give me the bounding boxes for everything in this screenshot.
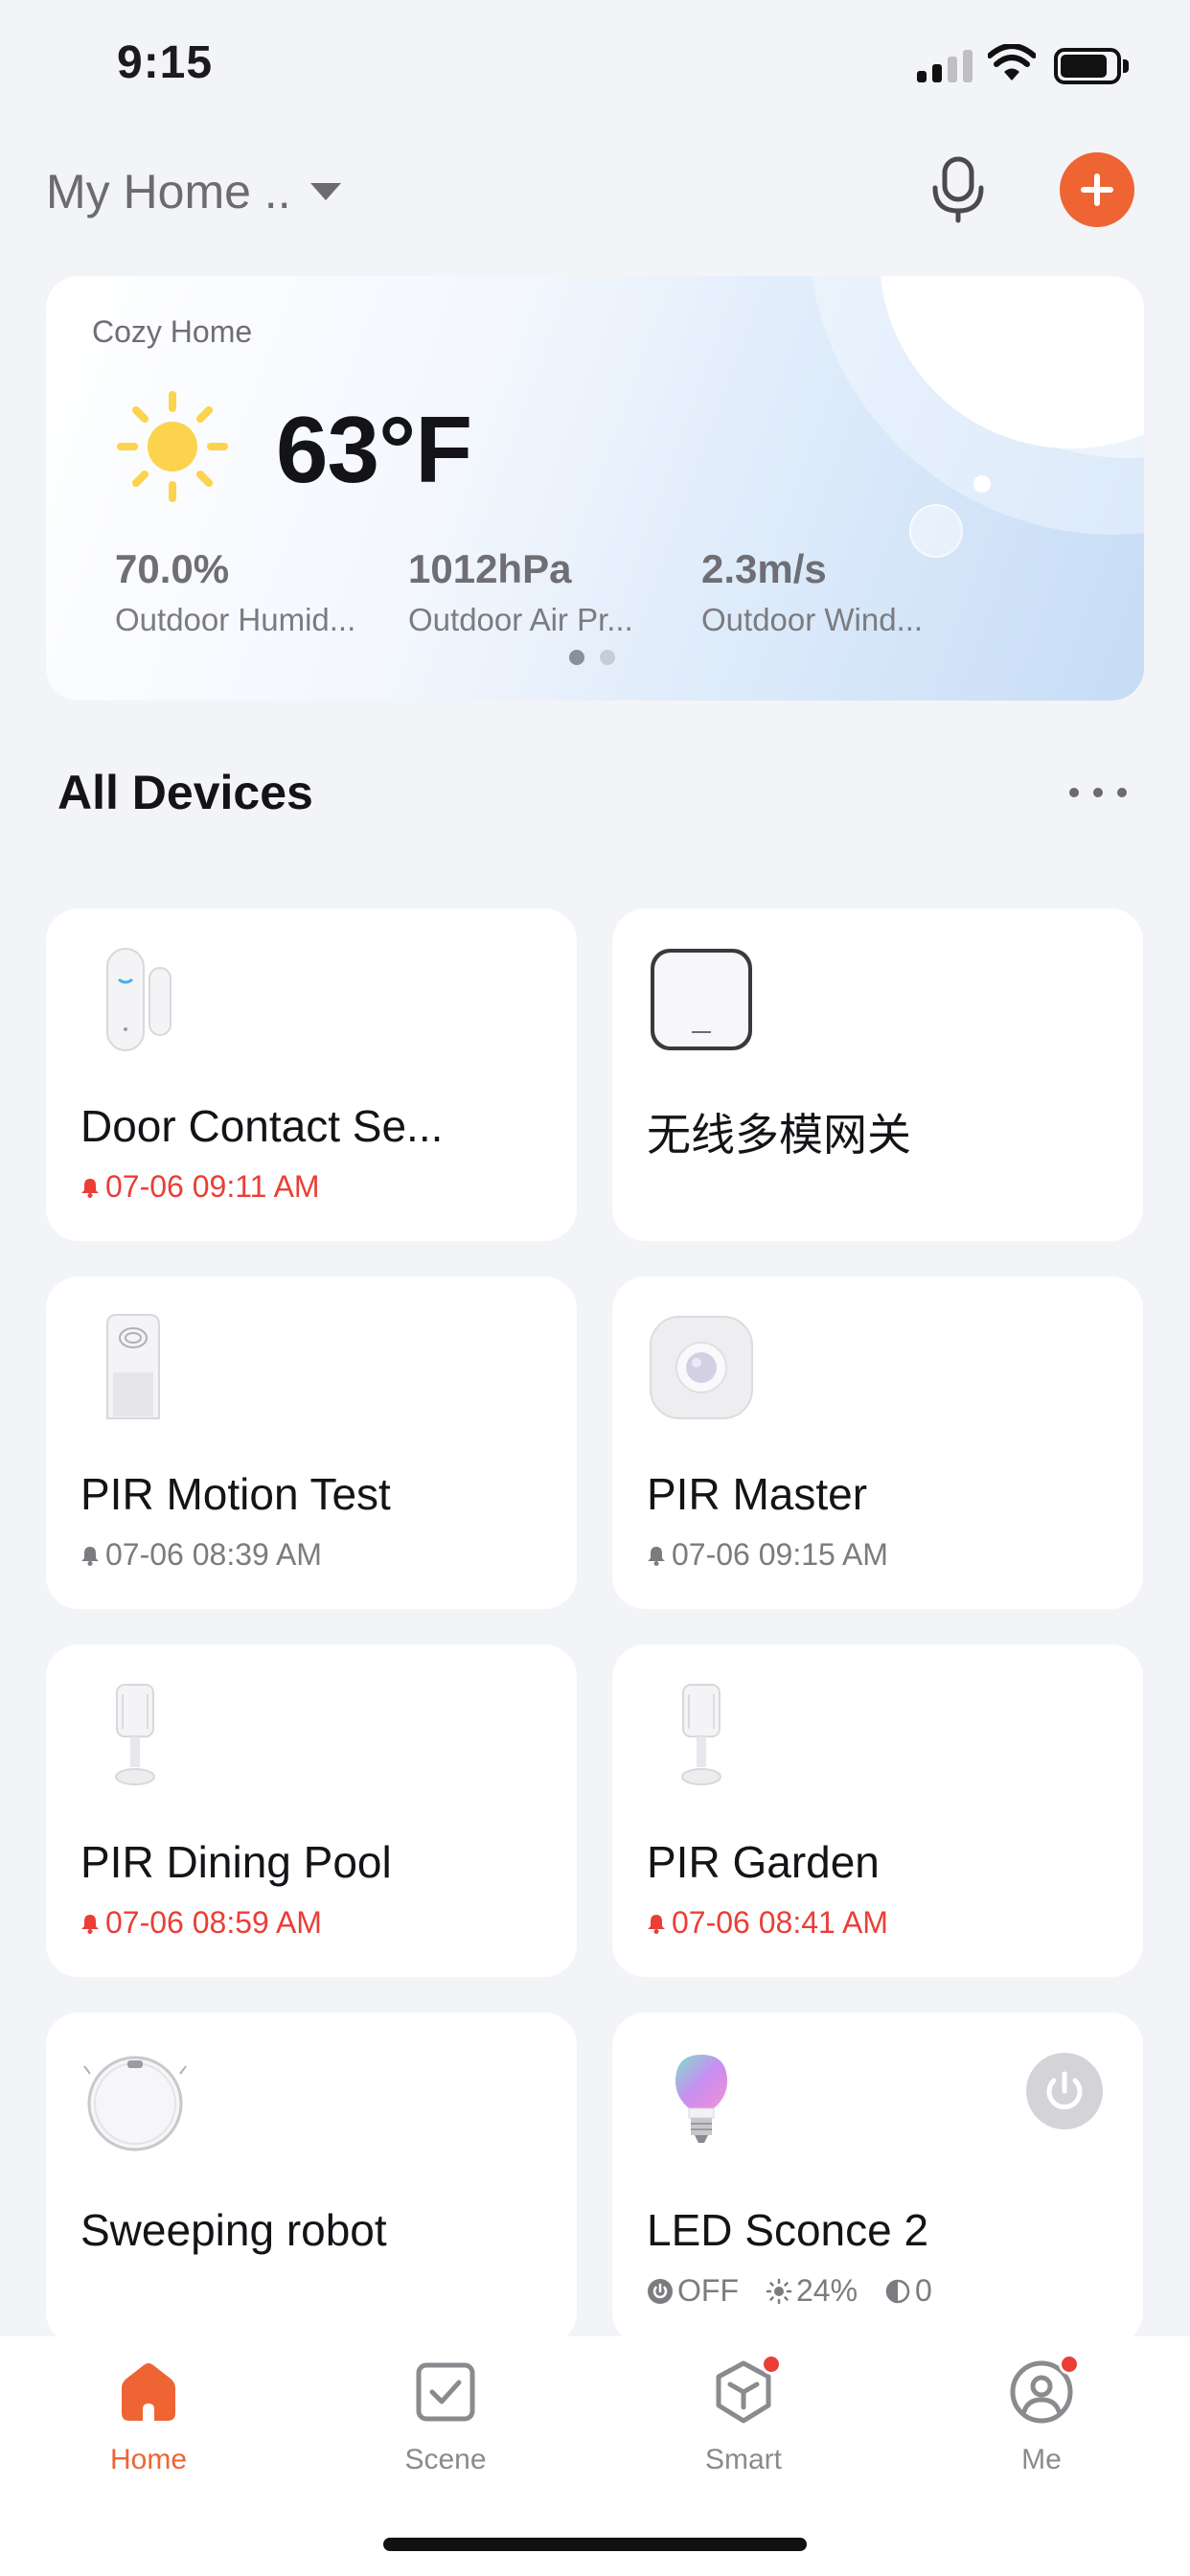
light-status-row: OFF 24% 0 bbox=[647, 2273, 932, 2309]
pir-stand-sensor-icon bbox=[681, 1684, 721, 1785]
stat-value: 1012hPa bbox=[408, 546, 572, 591]
bell-alert-icon bbox=[81, 1914, 99, 1934]
device-card[interactable]: PIR Master 07-06 09:15 AM bbox=[612, 1276, 1143, 1609]
more-options-button[interactable] bbox=[1069, 778, 1127, 807]
device-card[interactable]: PIR Garden 07-06 08:41 AM bbox=[612, 1644, 1143, 1977]
tab-label: Smart bbox=[704, 2444, 782, 2475]
device-card[interactable]: Door Contact Se... 07-06 09:11 AM bbox=[46, 908, 577, 1241]
device-name: Sweeping robot bbox=[80, 2205, 387, 2255]
power-state-icon bbox=[648, 2278, 673, 2304]
device-status-time: 07-06 09:15 AM bbox=[672, 1537, 888, 1572]
bell-icon bbox=[81, 1546, 99, 1566]
door-contact-sensor-icon bbox=[106, 948, 172, 1051]
device-name: 无线多模网关 bbox=[647, 1110, 911, 1160]
notification-badge bbox=[761, 2354, 782, 2375]
tab-label: Scene bbox=[404, 2444, 487, 2475]
humidity-stat: 70.0% Outdoor Humid... bbox=[115, 546, 383, 638]
wind-stat: 2.3m/s Outdoor Wind... bbox=[701, 546, 970, 638]
weather-card[interactable]: Cozy Home 63°F 70.0% Outdoor Humid... 10… bbox=[46, 276, 1144, 701]
device-status-time: 07-06 08:41 AM bbox=[672, 1905, 888, 1940]
bell-icon bbox=[648, 1546, 665, 1566]
tab-label: Me bbox=[1021, 2444, 1062, 2475]
power-state-value: OFF bbox=[677, 2273, 739, 2308]
page-indicator bbox=[569, 650, 615, 665]
tab-scene[interactable]: Scene bbox=[359, 2358, 532, 2492]
more-dot-icon bbox=[1069, 788, 1079, 797]
stat-value: 70.0% bbox=[115, 546, 230, 591]
sun-icon bbox=[117, 391, 228, 502]
device-status: 07-06 08:59 AM bbox=[80, 1905, 322, 1941]
weather-location: Cozy Home bbox=[92, 314, 253, 349]
section-title: All Devices bbox=[57, 766, 313, 819]
temperature: 63°F bbox=[276, 397, 472, 502]
microphone-icon[interactable] bbox=[927, 155, 989, 224]
add-device-button[interactable] bbox=[1060, 152, 1134, 227]
cellular-signal-icon bbox=[917, 50, 973, 82]
stat-label: Outdoor Humid... bbox=[115, 602, 356, 637]
tab-me[interactable]: Me bbox=[955, 2354, 1128, 2492]
power-icon bbox=[1046, 2071, 1083, 2110]
color-temperature-icon bbox=[885, 2279, 910, 2303]
pir-round-sensor-icon bbox=[650, 1316, 753, 1419]
tab-smart[interactable]: Smart bbox=[657, 2354, 830, 2492]
page-dot-active bbox=[569, 650, 584, 665]
tab-home[interactable]: Home bbox=[62, 2358, 235, 2492]
light-bulb-icon bbox=[675, 2055, 727, 2143]
status-time: 9:15 bbox=[117, 37, 214, 88]
brightness: 24% bbox=[766, 2273, 858, 2309]
device-name: PIR Garden bbox=[647, 1837, 880, 1887]
more-dot-icon bbox=[1093, 788, 1103, 797]
device-status: 07-06 09:15 AM bbox=[647, 1537, 888, 1573]
color-temperature: 0 bbox=[884, 2273, 932, 2309]
status-bar: 9:15 bbox=[0, 0, 1190, 130]
device-card[interactable]: PIR Motion Test 07-06 08:39 AM bbox=[46, 1276, 577, 1609]
caret-down-icon bbox=[309, 183, 341, 200]
gateway-icon bbox=[651, 949, 752, 1050]
page-dot bbox=[600, 650, 615, 665]
battery-icon bbox=[1054, 48, 1129, 84]
stat-label: Outdoor Air Pr... bbox=[408, 602, 633, 637]
device-status: 07-06 08:41 AM bbox=[647, 1905, 888, 1941]
power-button[interactable] bbox=[1026, 2053, 1103, 2129]
device-name: PIR Motion Test bbox=[80, 1469, 391, 1519]
tab-label: Home bbox=[109, 2444, 188, 2475]
device-status: 07-06 08:39 AM bbox=[80, 1537, 322, 1573]
device-status: 07-06 09:11 AM bbox=[80, 1169, 320, 1205]
notification-badge bbox=[1059, 2354, 1080, 2375]
device-card[interactable]: PIR Dining Pool 07-06 08:59 AM bbox=[46, 1644, 577, 1977]
robot-vacuum-icon bbox=[83, 2056, 187, 2151]
home-icon bbox=[114, 2358, 183, 2426]
weather-decoration bbox=[973, 475, 991, 493]
device-name: PIR Master bbox=[647, 1469, 868, 1519]
profile-icon bbox=[1007, 2354, 1080, 2426]
device-status-time: 07-06 09:11 AM bbox=[105, 1169, 320, 1204]
wifi-icon bbox=[988, 44, 1036, 80]
bell-alert-icon bbox=[648, 1914, 665, 1934]
device-card[interactable]: LED Sconce 2 OFF 24% 0 bbox=[612, 2012, 1143, 2345]
power-state: OFF bbox=[647, 2273, 739, 2309]
air-pressure-stat: 1012hPa Outdoor Air Pr... bbox=[408, 546, 676, 638]
pir-stand-sensor-icon bbox=[115, 1684, 155, 1785]
home-selector[interactable]: My Home .. bbox=[46, 161, 341, 222]
bell-alert-icon bbox=[81, 1178, 99, 1198]
home-name: My Home .. bbox=[46, 165, 291, 218]
app-screen: 9:15 My Home .. Cozy Home 63°F 70.0% Out… bbox=[0, 0, 1190, 2576]
pir-sensor-icon bbox=[106, 1314, 160, 1419]
brightness-value: 24% bbox=[795, 2273, 858, 2308]
stat-label: Outdoor Wind... bbox=[701, 602, 924, 637]
home-indicator bbox=[383, 2538, 807, 2551]
color-temperature-value: 0 bbox=[915, 2273, 932, 2308]
more-dot-icon bbox=[1117, 788, 1127, 797]
device-status-time: 07-06 08:59 AM bbox=[105, 1905, 322, 1940]
device-name: PIR Dining Pool bbox=[80, 1837, 392, 1887]
scene-checkbox-icon bbox=[411, 2358, 480, 2426]
device-name: Door Contact Se... bbox=[80, 1101, 444, 1151]
brightness-icon bbox=[766, 2278, 792, 2304]
device-card[interactable]: Sweeping robot bbox=[46, 2012, 577, 2345]
smart-cube-icon bbox=[709, 2354, 782, 2426]
device-card[interactable]: 无线多模网关 bbox=[612, 908, 1143, 1241]
stat-value: 2.3m/s bbox=[701, 546, 827, 591]
device-name: LED Sconce 2 bbox=[647, 2205, 929, 2255]
device-status-time: 07-06 08:39 AM bbox=[105, 1537, 322, 1572]
